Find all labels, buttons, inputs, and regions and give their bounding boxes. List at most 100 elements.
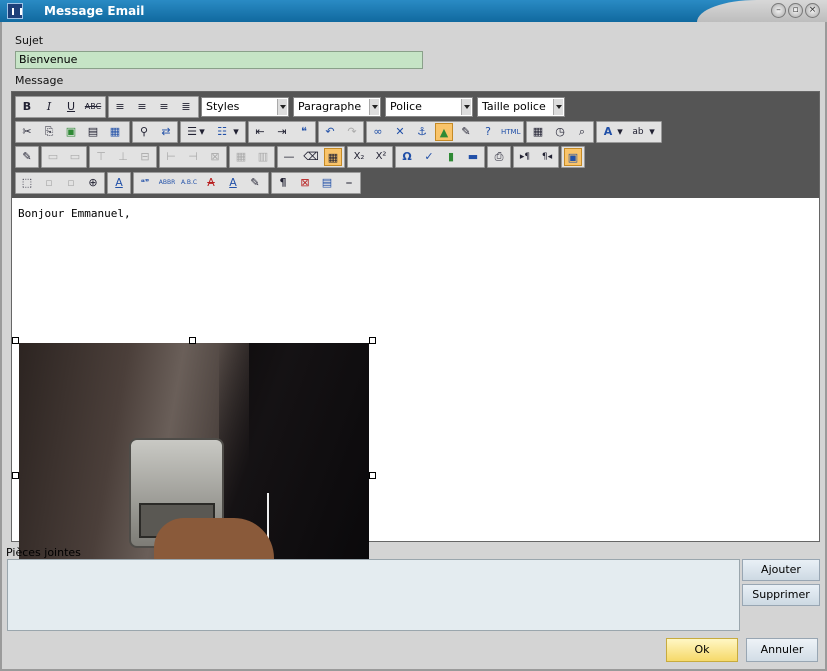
image-icon[interactable]: ▲ xyxy=(435,123,453,141)
paste-icon[interactable]: ▣ xyxy=(62,123,80,141)
page-break-icon[interactable]: ⎯ xyxy=(340,174,358,192)
acronym-icon[interactable]: A.B.C xyxy=(180,174,198,192)
table-row-icon[interactable]: ▭ xyxy=(44,148,62,166)
outdent-icon[interactable]: ⇤ xyxy=(251,123,269,141)
fullscreen-icon[interactable]: ▣ xyxy=(564,148,582,166)
minimize-icon[interactable]: – xyxy=(771,3,786,18)
resize-handle-e[interactable] xyxy=(369,472,376,479)
delete-col-icon[interactable]: ⊠ xyxy=(206,148,224,166)
chevron-down-icon[interactable]: ▾ xyxy=(647,123,657,141)
highlight-color-icon[interactable]: ab xyxy=(629,123,647,141)
align-justify-icon[interactable]: ≣ xyxy=(177,98,195,116)
insert-layer-icon[interactable]: ⬚ xyxy=(18,174,36,192)
resize-handle-w[interactable] xyxy=(12,472,19,479)
redo-icon[interactable]: ↷ xyxy=(343,123,361,141)
media-icon[interactable]: ▮ xyxy=(442,148,460,166)
replace-icon[interactable]: ⇄ xyxy=(157,123,175,141)
html-source-icon[interactable]: HTML xyxy=(501,123,520,141)
chevron-down-icon[interactable]: ▾ xyxy=(615,123,625,141)
eraser-icon[interactable]: ⌫ xyxy=(302,148,320,166)
attachments-list[interactable] xyxy=(7,559,740,631)
add-attachment-button[interactable]: Ajouter xyxy=(742,559,820,581)
cite-icon[interactable]: ❝❞ xyxy=(136,174,154,192)
strikethrough-button[interactable]: ABC xyxy=(84,98,102,116)
align-center-icon[interactable]: ≡ xyxy=(133,98,151,116)
insert-date-icon[interactable]: ▦ xyxy=(529,123,547,141)
insert-row-after-icon[interactable]: ⊥ xyxy=(114,148,132,166)
text-style-group: B I U ABC xyxy=(15,96,106,118)
styles-select[interactable]: Styles xyxy=(201,97,289,117)
copy-icon[interactable]: ⎘ xyxy=(40,123,58,141)
paste-text-icon[interactable]: ▤ xyxy=(84,123,102,141)
superscript-button[interactable]: X² xyxy=(372,148,390,166)
rtl-icon[interactable]: ¶◂ xyxy=(538,148,556,166)
format-select[interactable]: Paragraphe xyxy=(293,97,381,117)
show-blocks-button[interactable]: ¶ xyxy=(274,174,292,192)
insert-col-before-icon[interactable]: ⊢ xyxy=(162,148,180,166)
editor-content[interactable]: Bonjour Emmanuel, Bien à vous. xyxy=(12,198,819,633)
numbered-list-icon[interactable]: ☷ xyxy=(213,123,231,141)
abbr-icon[interactable]: ABBR xyxy=(158,174,176,192)
blockquote-icon[interactable]: ❝ xyxy=(295,123,313,141)
subscript-button[interactable]: X₂ xyxy=(350,148,368,166)
undo-icon[interactable]: ↶ xyxy=(321,123,339,141)
ok-button[interactable]: Ok xyxy=(666,638,738,662)
find-icon[interactable]: ⚲ xyxy=(135,123,153,141)
subject-input[interactable]: Bienvenue xyxy=(15,51,423,69)
table-icon[interactable]: ▦ xyxy=(324,148,342,166)
nonbreaking-icon[interactable]: ▬ xyxy=(464,148,482,166)
edit-group: ✎ xyxy=(15,146,39,168)
underline-button[interactable]: U xyxy=(62,98,80,116)
anchor-icon[interactable]: ⚓ xyxy=(413,123,431,141)
restore-icon[interactable]: ▫ xyxy=(788,3,803,18)
ins-icon[interactable]: A xyxy=(224,174,242,192)
insert-row-before-icon[interactable]: ⊤ xyxy=(92,148,110,166)
move-backward-icon[interactable]: ▫ xyxy=(62,174,80,192)
font-size-select[interactable]: Taille police xyxy=(477,97,565,117)
resize-handle-ne[interactable] xyxy=(369,337,376,344)
cut-icon[interactable]: ✂ xyxy=(18,123,36,141)
insert-col-after-icon[interactable]: ⊣ xyxy=(184,148,202,166)
greeting-text: Bonjour Emmanuel, xyxy=(18,207,131,220)
cancel-button[interactable]: Annuler xyxy=(746,638,818,662)
link-icon[interactable]: ∞ xyxy=(369,123,387,141)
merge-cells-icon[interactable]: ▥ xyxy=(254,148,272,166)
italic-button[interactable]: I xyxy=(40,98,58,116)
delete-row-icon[interactable]: ⊟ xyxy=(136,148,154,166)
find-group: ⚲ ⇄ xyxy=(132,121,178,143)
print-group: ⎙ xyxy=(487,146,511,168)
cleanup-icon[interactable]: ✎ xyxy=(457,123,475,141)
horizontal-rule-icon[interactable]: — xyxy=(280,148,298,166)
styleprops-group: A xyxy=(107,172,131,194)
font-select[interactable]: Police xyxy=(385,97,473,117)
unlink-icon[interactable]: ✕ xyxy=(391,123,409,141)
print-icon[interactable]: ⎙ xyxy=(490,148,508,166)
del-icon[interactable]: A xyxy=(202,174,220,192)
remove-attachment-button[interactable]: Supprimer xyxy=(742,584,820,606)
visual-aid-icon[interactable]: ⊠ xyxy=(296,174,314,192)
resize-handle-n[interactable] xyxy=(189,337,196,344)
edit-icon[interactable]: ✎ xyxy=(18,148,36,166)
ltr-icon[interactable]: ▸¶ xyxy=(516,148,534,166)
preview-icon[interactable]: ⌕ xyxy=(573,123,591,141)
split-cells-icon[interactable]: ▦ xyxy=(232,148,250,166)
paste-word-icon[interactable]: ▦ xyxy=(106,123,124,141)
chevron-down-icon[interactable]: ▾ xyxy=(231,123,241,141)
help-icon[interactable]: ? xyxy=(479,123,497,141)
spellcheck-icon[interactable]: ✓ xyxy=(420,148,438,166)
move-forward-icon[interactable]: ▫ xyxy=(40,174,58,192)
insert-time-icon[interactable]: ◷ xyxy=(551,123,569,141)
bold-button[interactable]: B xyxy=(18,98,36,116)
close-icon[interactable]: × xyxy=(805,3,820,18)
style-props-icon[interactable]: A xyxy=(110,174,128,192)
resize-handle-nw[interactable] xyxy=(12,337,19,344)
indent-icon[interactable]: ⇥ xyxy=(273,123,291,141)
special-char-button[interactable]: Ω xyxy=(398,148,416,166)
chevron-down-icon[interactable]: ▾ xyxy=(197,123,207,141)
table-cell-icon[interactable]: ▭ xyxy=(66,148,84,166)
template-icon[interactable]: ▤ xyxy=(318,174,336,192)
attributes-icon[interactable]: ✎ xyxy=(246,174,264,192)
align-right-icon[interactable]: ≡ xyxy=(155,98,173,116)
absolute-position-icon[interactable]: ⊕ xyxy=(84,174,102,192)
align-left-icon[interactable]: ≡ xyxy=(111,98,129,116)
